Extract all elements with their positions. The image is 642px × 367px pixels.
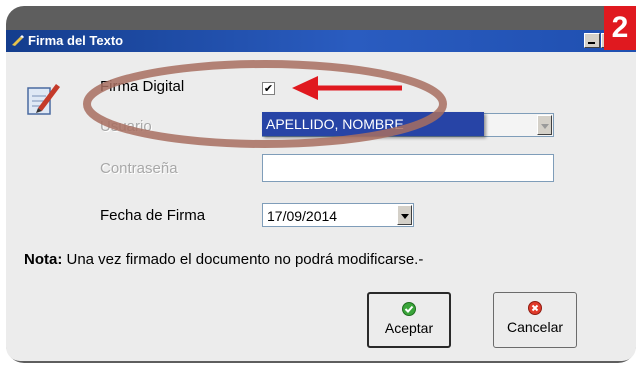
fecha-firma-combo[interactable]: 17/09/2014 bbox=[262, 203, 414, 227]
step-badge: 2 bbox=[604, 6, 636, 50]
firma-digital-label: Firma Digital bbox=[100, 78, 185, 95]
firma-digital-checkbox[interactable] bbox=[262, 82, 275, 95]
cancel-button-label: Cancelar bbox=[506, 319, 564, 335]
green-check-icon bbox=[402, 302, 416, 316]
chevron-down-icon[interactable] bbox=[537, 115, 552, 135]
minimize-button[interactable] bbox=[584, 33, 600, 48]
chevron-down-icon[interactable] bbox=[397, 205, 412, 225]
note-text: Nota: Una vez firmado el documento no po… bbox=[24, 251, 423, 268]
contrasena-label: Contraseña bbox=[100, 160, 178, 177]
window-titlebar: Firma del Texto bbox=[6, 30, 636, 52]
fecha-firma-value: 17/09/2014 bbox=[267, 208, 338, 224]
accept-button-label: Aceptar bbox=[384, 320, 434, 336]
document-pen-icon bbox=[27, 84, 60, 115]
note-label: Nota: bbox=[24, 251, 63, 268]
fecha-firma-label: Fecha de Firma bbox=[100, 207, 206, 224]
usuario-selected-value[interactable]: APELLIDO, NOMBRE bbox=[262, 112, 484, 136]
cancel-button[interactable]: Cancelar bbox=[493, 292, 577, 348]
signature-pen-icon bbox=[12, 35, 24, 46]
usuario-label: Usuario bbox=[100, 118, 152, 135]
red-x-icon bbox=[528, 301, 542, 315]
note-message: Una vez firmado el documento no podrá mo… bbox=[66, 251, 424, 268]
window-title: Firma del Texto bbox=[28, 33, 124, 48]
contrasena-input[interactable] bbox=[262, 154, 554, 182]
accept-button[interactable]: Aceptar bbox=[367, 292, 451, 348]
